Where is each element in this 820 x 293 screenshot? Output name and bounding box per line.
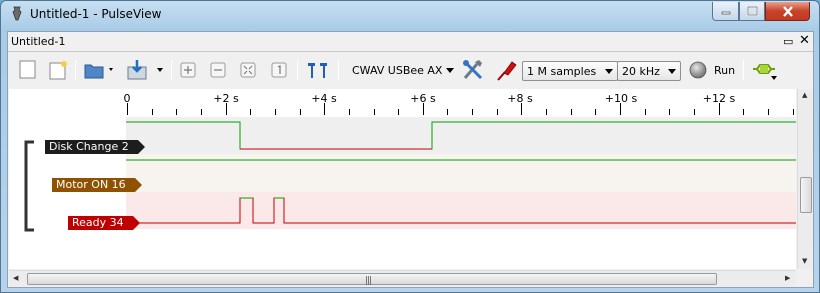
configure-device-button[interactable] [460, 59, 486, 81]
maximize-button[interactable] [739, 2, 765, 21]
title-bar[interactable]: Untitled-1 - PulseView [1, 1, 819, 27]
zoom-out-button[interactable] [208, 59, 228, 81]
new-view-icon [49, 61, 67, 80]
save-button[interactable] [124, 59, 166, 81]
scroll-down-icon[interactable]: ▼ [802, 257, 807, 265]
scroll-grip-icon: ||| [365, 276, 372, 286]
channel-label-disk-change[interactable]: Disk Change 2 [45, 140, 145, 154]
channel-group-bracket [24, 140, 34, 232]
channel-name: Ready 34 [72, 216, 124, 229]
run-button[interactable] [688, 59, 708, 81]
open-button[interactable] [82, 59, 118, 81]
zoom-in-icon [180, 62, 196, 78]
chevron-down-icon [446, 68, 454, 73]
samplerate-select[interactable]: 20 kHz [617, 61, 681, 81]
zoom-in-button[interactable] [178, 59, 198, 81]
decoder-icon [753, 64, 777, 80]
chevron-down-icon [668, 69, 676, 74]
zoom-out-icon [210, 62, 226, 78]
sample-count-select[interactable]: 1 M samples [522, 61, 618, 81]
show-cursors-button[interactable] [305, 59, 331, 81]
horizontal-scrollbar[interactable]: ◀ ||| ▶ [9, 270, 796, 286]
zoom-fit-button[interactable] [238, 59, 258, 81]
probe-config-icon [497, 61, 517, 81]
close-dock-icon[interactable]: ✕ [799, 33, 810, 48]
zoom-one-to-one-icon [271, 62, 287, 78]
main-area: Untitled-1 ▭ ✕ CWAV USBee AX 1 M samples… [7, 31, 814, 288]
main-toolbar: CWAV USBee AX 1 M samples 20 kHz Run [8, 53, 813, 87]
minimize-icon [721, 11, 730, 15]
samplerate-value: 20 kHz [622, 65, 660, 78]
pulseview-window: Untitled-1 - PulseView Untitled-1 ▭ ✕ CW… [0, 0, 820, 293]
document-title: Untitled-1 [11, 35, 66, 48]
save-icon [127, 60, 163, 80]
document-tab-bar: Untitled-1 ▭ ✕ [8, 32, 813, 52]
channel-name: Motor ON 16 [56, 178, 126, 191]
horizontal-scroll-thumb[interactable]: ||| [27, 273, 717, 286]
close-icon [782, 5, 793, 17]
open-icon [84, 64, 113, 79]
scroll-right-icon[interactable]: ▶ [785, 274, 790, 282]
minimize-button[interactable] [712, 2, 739, 21]
chevron-down-icon [605, 69, 613, 74]
channel-label-ready[interactable]: Ready 34 [68, 216, 140, 230]
trace-ready [126, 197, 796, 224]
add-decoder-button[interactable] [750, 59, 780, 81]
new-view-button[interactable] [47, 59, 69, 81]
new-session-button[interactable] [18, 59, 38, 81]
configure-probes-button[interactable] [494, 59, 520, 81]
run-icon [689, 61, 707, 79]
new-session-icon [19, 60, 36, 79]
toolbar-separator [743, 60, 744, 80]
device-selector-label[interactable]: CWAV USBee AX [352, 64, 442, 77]
toolbar-separator [75, 60, 76, 80]
trace-viewport[interactable]: 0 +2 s +4 s +6 s +8 s +10 s +12 s Disk C… [9, 89, 796, 269]
vertical-scrollbar[interactable]: ▲ ▼ [797, 89, 813, 269]
toolbar-separator [297, 60, 298, 80]
toolbar-separator [171, 60, 172, 80]
close-button[interactable] [765, 2, 810, 21]
channel-label-motor-on[interactable]: Motor ON 16 [52, 178, 142, 192]
channel-name: Disk Change 2 [49, 140, 129, 153]
app-icon [12, 6, 22, 21]
sample-count-value: 1 M samples [527, 65, 597, 78]
run-label[interactable]: Run [714, 64, 735, 77]
zoom-one-to-one-button[interactable] [269, 59, 289, 81]
zoom-fit-icon [240, 62, 256, 78]
float-dock-icon[interactable]: ▭ [783, 35, 793, 48]
vertical-scroll-thumb[interactable] [800, 177, 812, 213]
device-dropdown-button[interactable] [443, 59, 457, 81]
scroll-left-icon[interactable]: ◀ [13, 274, 18, 282]
trace-disk-change [126, 121, 796, 150]
cursors-icon [308, 63, 327, 78]
maximize-icon [746, 6, 758, 16]
device-config-icon [463, 60, 483, 80]
scroll-up-icon[interactable]: ▲ [802, 91, 807, 99]
toolbar-separator [338, 60, 339, 80]
window-title: Untitled-1 - PulseView [30, 7, 162, 21]
